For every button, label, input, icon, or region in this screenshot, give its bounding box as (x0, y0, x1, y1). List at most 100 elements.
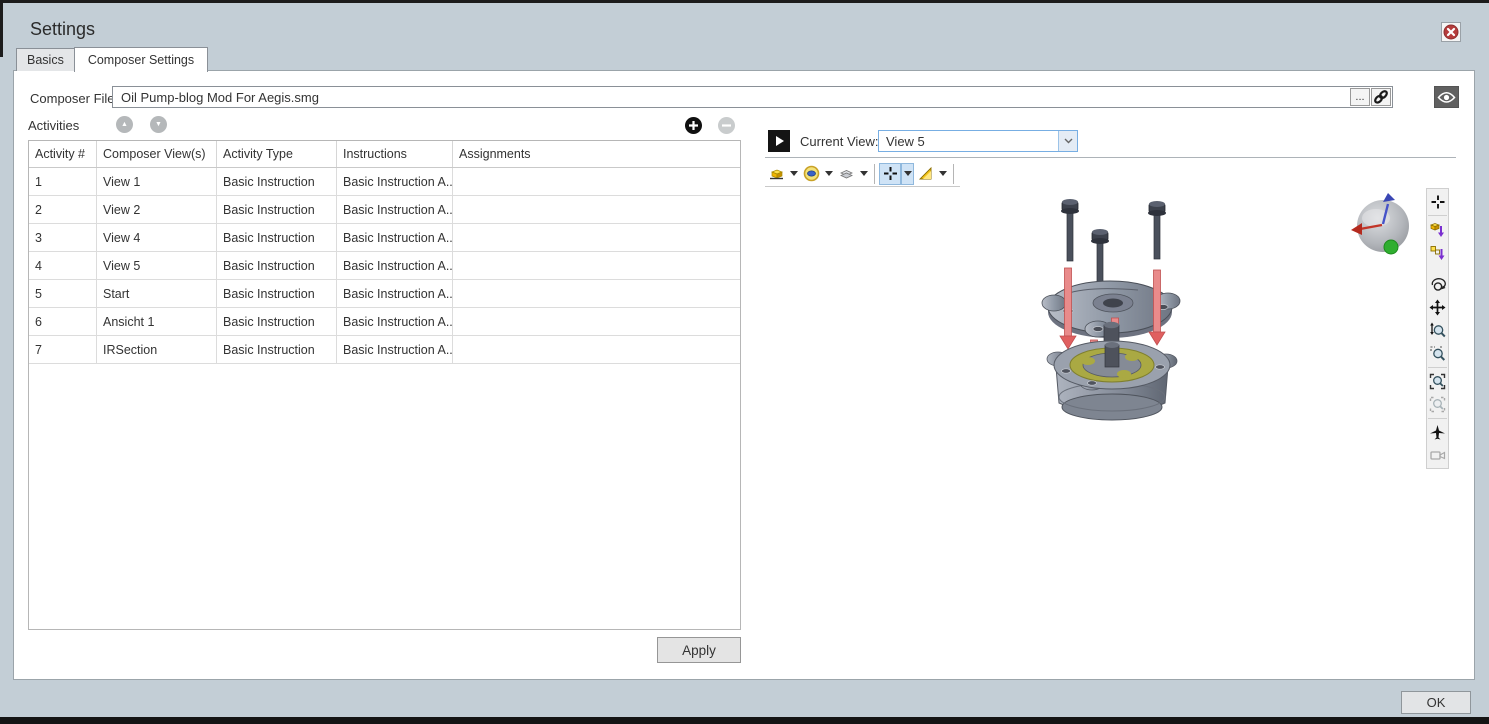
column-header-activity[interactable]: Activity # (29, 141, 97, 167)
play-button[interactable] (768, 130, 790, 152)
visibility-dropdown[interactable] (822, 163, 835, 185)
camera-button (1427, 445, 1448, 466)
zoom-region-icon (1429, 345, 1446, 362)
chevron-down-icon (825, 171, 833, 176)
dropdown-arrow-button[interactable] (1058, 131, 1077, 151)
browse-button[interactable]: ... (1350, 88, 1370, 106)
ok-button[interactable]: OK (1401, 691, 1471, 714)
render-mode-icon (768, 165, 785, 182)
table-row[interactable]: 3 View 4 Basic Instruction Basic Instruc… (29, 224, 740, 252)
move-tool-dropdown[interactable] (901, 163, 914, 185)
render-mode-button[interactable] (765, 163, 787, 185)
cell-assignments[interactable] (453, 196, 740, 223)
cell-instructions[interactable]: Basic Instruction A... (337, 168, 453, 195)
cell-type[interactable]: Basic Instruction (217, 280, 337, 307)
move-multi-button[interactable] (1427, 242, 1448, 263)
layers-button[interactable] (835, 163, 857, 185)
layers-dropdown[interactable] (857, 163, 870, 185)
cell-assignments[interactable] (453, 308, 740, 335)
add-activity-button[interactable] (685, 117, 702, 134)
select-tool-button[interactable] (1427, 191, 1448, 212)
tab-basics[interactable]: Basics (16, 48, 75, 71)
chain-link-icon (1373, 89, 1389, 105)
tab-bar: Basics Composer Settings (16, 47, 208, 71)
section-tool-button[interactable] (914, 163, 936, 185)
cell-assignments[interactable] (453, 168, 740, 195)
cell-view[interactable]: Ansicht 1 (97, 308, 217, 335)
table-row[interactable]: 4 View 5 Basic Instruction Basic Instruc… (29, 252, 740, 280)
cell-assignments[interactable] (453, 336, 740, 363)
cell-type[interactable]: Basic Instruction (217, 252, 337, 279)
fly-through-button[interactable] (1427, 422, 1448, 443)
cell-assignments[interactable] (453, 224, 740, 251)
table-row[interactable]: 7 IRSection Basic Instruction Basic Inst… (29, 336, 740, 364)
cell-type[interactable]: Basic Instruction (217, 308, 337, 335)
cell-activity-num[interactable]: 7 (29, 336, 97, 363)
cell-view[interactable]: IRSection (97, 336, 217, 363)
cell-type[interactable]: Basic Instruction (217, 196, 337, 223)
cell-type[interactable]: Basic Instruction (217, 336, 337, 363)
cell-assignments[interactable] (453, 252, 740, 279)
move-part-button[interactable] (1427, 219, 1448, 240)
composer-file-value[interactable]: Oil Pump-blog Mod For Aegis.smg (113, 90, 1350, 105)
cell-activity-num[interactable]: 1 (29, 168, 97, 195)
close-icon (1442, 23, 1460, 41)
fit-view-icon (1429, 373, 1446, 390)
fit-view-button[interactable] (1427, 371, 1448, 392)
column-header-composer-views[interactable]: Composer View(s) (97, 141, 217, 167)
plus-icon (688, 120, 699, 131)
move-tool-button[interactable] (879, 163, 901, 185)
3d-model-oil-pump[interactable] (1028, 190, 1198, 435)
composer-file-field[interactable]: Oil Pump-blog Mod For Aegis.smg ... (112, 86, 1393, 108)
table-row[interactable]: 1 View 1 Basic Instruction Basic Instruc… (29, 168, 740, 196)
render-mode-dropdown[interactable] (787, 163, 800, 185)
tab-composer-settings[interactable]: Composer Settings (74, 47, 208, 72)
zoom-selection-button (1427, 394, 1448, 415)
table-row[interactable]: 5 Start Basic Instruction Basic Instruct… (29, 280, 740, 308)
cell-instructions[interactable]: Basic Instruction A... (337, 252, 453, 279)
cell-view[interactable]: View 2 (97, 196, 217, 223)
close-button[interactable] (1441, 22, 1461, 42)
cell-view[interactable]: View 4 (97, 224, 217, 251)
link-button[interactable] (1371, 88, 1391, 106)
cell-assignments[interactable] (453, 280, 740, 307)
axis-y-ball (1384, 240, 1398, 254)
preview-eye-button[interactable] (1434, 86, 1459, 108)
cell-instructions[interactable]: Basic Instruction A... (337, 224, 453, 251)
orbit-button[interactable] (1427, 274, 1448, 295)
move-activity-up-button[interactable]: ▲ (116, 116, 133, 133)
table-row[interactable]: 2 View 2 Basic Instruction Basic Instruc… (29, 196, 740, 224)
cell-activity-num[interactable]: 6 (29, 308, 97, 335)
remove-activity-button[interactable] (718, 117, 735, 134)
visibility-button[interactable] (800, 163, 822, 185)
cell-instructions[interactable]: Basic Instruction A... (337, 280, 453, 307)
zoom-region-button[interactable] (1427, 343, 1448, 364)
cell-activity-num[interactable]: 5 (29, 280, 97, 307)
table-row[interactable]: 6 Ansicht 1 Basic Instruction Basic Inst… (29, 308, 740, 336)
cell-activity-num[interactable]: 3 (29, 224, 97, 251)
cell-view[interactable]: View 1 (97, 168, 217, 195)
navigation-sphere[interactable] (1350, 192, 1418, 260)
column-header-activity-type[interactable]: Activity Type (217, 141, 337, 167)
section-wedge-icon (917, 165, 934, 182)
orbit-icon (1429, 276, 1446, 293)
current-view-dropdown[interactable]: View 5 (878, 130, 1078, 152)
cell-activity-num[interactable]: 4 (29, 252, 97, 279)
cell-type[interactable]: Basic Instruction (217, 168, 337, 195)
apply-button[interactable]: Apply (657, 637, 741, 663)
column-header-assignments[interactable]: Assignments (453, 141, 740, 167)
move-crosshair-icon (882, 165, 899, 182)
cell-type[interactable]: Basic Instruction (217, 224, 337, 251)
pan-button[interactable] (1427, 297, 1448, 318)
section-tool-dropdown[interactable] (936, 163, 949, 185)
play-icon (772, 134, 786, 148)
cell-view[interactable]: View 5 (97, 252, 217, 279)
cell-activity-num[interactable]: 2 (29, 196, 97, 223)
cell-instructions[interactable]: Basic Instruction A... (337, 308, 453, 335)
zoom-button[interactable] (1427, 320, 1448, 341)
cell-instructions[interactable]: Basic Instruction A... (337, 196, 453, 223)
cell-instructions[interactable]: Basic Instruction A... (337, 336, 453, 363)
move-activity-down-button[interactable]: ▼ (150, 116, 167, 133)
column-header-instructions[interactable]: Instructions (337, 141, 453, 167)
cell-view[interactable]: Start (97, 280, 217, 307)
